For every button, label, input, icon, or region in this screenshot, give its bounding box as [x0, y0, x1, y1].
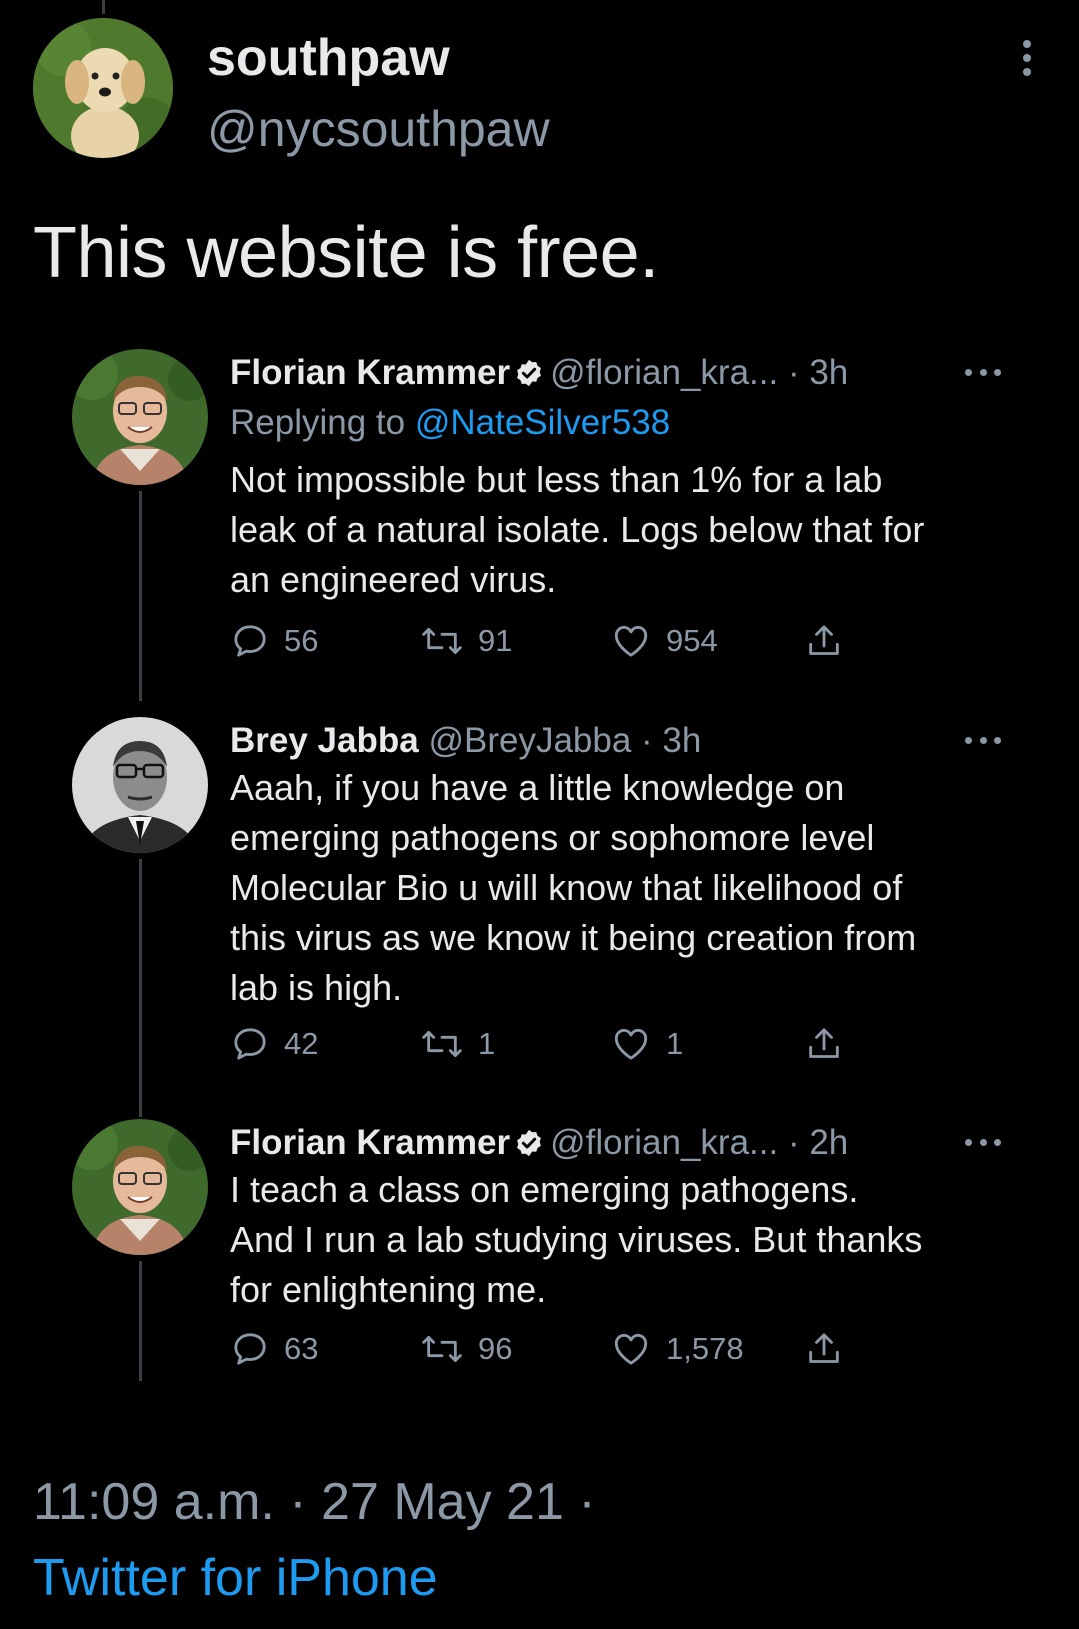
reply-text-line: And I run a lab studying viruses. But th… — [230, 1219, 923, 1260]
replying-to: Replying to @NateSilver538 — [230, 403, 670, 443]
like-button[interactable]: 1 — [610, 1022, 683, 1066]
reply-header: Florian Krammer @florian_kra... · 3h — [230, 353, 848, 393]
reply-text-line: lab is high. — [230, 967, 403, 1008]
thread-line — [139, 859, 142, 1117]
replying-to-label: Replying to — [230, 403, 406, 442]
author-avatar[interactable] — [33, 18, 173, 158]
reply-button[interactable]: 63 — [230, 1327, 318, 1371]
retweet-icon — [422, 1335, 462, 1363]
reply-time[interactable]: · 3h — [641, 721, 701, 760]
like-count: 1 — [666, 1026, 684, 1061]
reply-avatar[interactable] — [72, 349, 208, 485]
more-icon[interactable] — [965, 737, 1001, 745]
reply-button[interactable]: 56 — [230, 619, 318, 663]
reply-icon — [234, 1028, 266, 1060]
retweet-count: 91 — [478, 623, 513, 658]
reply-text-line: Aaah, if you have a little knowledge on — [230, 767, 845, 808]
reply-text: Not impossible but less than 1% for a la… — [230, 455, 1010, 605]
like-button[interactable]: 1,578 — [610, 1327, 744, 1371]
reply-count: 42 — [284, 1026, 319, 1061]
reply-button[interactable]: 42 — [230, 1022, 318, 1066]
retweet-button[interactable]: 91 — [420, 619, 512, 663]
action-bar: 63 96 1,578 — [230, 1327, 890, 1371]
reply-author-handle[interactable]: @florian_kra... — [550, 353, 778, 392]
reply-text-line: leak of a natural isolate. Logs below th… — [230, 509, 925, 550]
retweet-button[interactable]: 96 — [420, 1327, 512, 1371]
reply-header: Florian Krammer @florian_kra... · 2h — [230, 1123, 848, 1163]
heart-icon — [614, 625, 648, 657]
share-icon — [809, 625, 839, 655]
reply-time[interactable]: · 3h — [788, 353, 848, 392]
reply-text-line: I teach a class on emerging pathogens. — [230, 1169, 859, 1210]
reply-icon — [234, 625, 266, 657]
thread-line — [139, 1261, 142, 1381]
reply-count: 63 — [284, 1331, 319, 1366]
reply-text: Aaah, if you have a little knowledge on … — [230, 763, 1010, 1013]
retweet-count: 96 — [478, 1331, 513, 1366]
reply-time[interactable]: · 2h — [788, 1123, 848, 1162]
reply-text: I teach a class on emerging pathogens. A… — [230, 1165, 1010, 1315]
share-icon — [809, 1333, 839, 1363]
more-icon[interactable] — [965, 1139, 1001, 1147]
like-count: 954 — [666, 623, 718, 658]
heart-icon — [614, 1028, 648, 1060]
reply-icon — [234, 1333, 266, 1365]
reply-count: 56 — [284, 623, 319, 658]
reply-text-line: for enlightening me. — [230, 1269, 547, 1310]
author-handle[interactable]: @nycsouthpaw — [207, 100, 550, 158]
action-bar: 42 1 1 — [230, 1022, 890, 1066]
tweet-screenshot: southpaw @nycsouthpaw This website is fr… — [0, 0, 1079, 1629]
more-options-icon[interactable] — [1020, 40, 1034, 76]
verified-icon — [517, 359, 541, 387]
tweet-timestamp[interactable]: 11:09 a.m. · 27 May 21 · — [33, 1472, 596, 1532]
share-icon — [809, 1028, 839, 1058]
tweet-source-link[interactable]: Twitter for iPhone — [33, 1548, 438, 1608]
share-button[interactable] — [804, 619, 844, 663]
more-icon[interactable] — [965, 369, 1001, 377]
thread-line — [102, 0, 105, 14]
reply-text-line: this virus as we know it being creation … — [230, 917, 917, 958]
retweet-button[interactable]: 1 — [420, 1022, 495, 1066]
thread-line — [139, 491, 142, 701]
share-button[interactable] — [804, 1327, 844, 1371]
reply-avatar[interactable] — [72, 1119, 208, 1255]
reply-avatar[interactable] — [72, 717, 208, 853]
retweet-count: 1 — [478, 1026, 496, 1061]
tweet-text: This website is free. — [33, 213, 659, 293]
action-bar: 56 91 954 — [230, 619, 890, 663]
reply-text-line: an engineered virus. — [230, 559, 557, 600]
replying-to-link[interactable]: @NateSilver538 — [415, 403, 670, 442]
reply-text-line: emerging pathogens or sophomore level — [230, 817, 875, 858]
share-button[interactable] — [804, 1022, 844, 1066]
reply-author-handle[interactable]: @florian_kra... — [550, 1123, 778, 1162]
reply-author-name[interactable]: Brey Jabba — [230, 721, 419, 760]
reply-text-line: Not impossible but less than 1% for a la… — [230, 459, 883, 500]
author-name[interactable]: southpaw — [207, 28, 450, 88]
reply-header: Brey Jabba @BreyJabba · 3h — [230, 721, 701, 761]
reply-author-handle[interactable]: @BreyJabba — [428, 721, 631, 760]
like-count: 1,578 — [666, 1331, 744, 1366]
heart-icon — [614, 1333, 648, 1365]
reply-author-name[interactable]: Florian Krammer — [230, 1123, 510, 1162]
retweet-icon — [422, 627, 462, 655]
reply-author-name[interactable]: Florian Krammer — [230, 353, 510, 392]
like-button[interactable]: 954 — [610, 619, 718, 663]
retweet-icon — [422, 1030, 462, 1058]
reply-text-line: Molecular Bio u will know that likelihoo… — [230, 867, 903, 908]
verified-icon — [517, 1129, 541, 1157]
